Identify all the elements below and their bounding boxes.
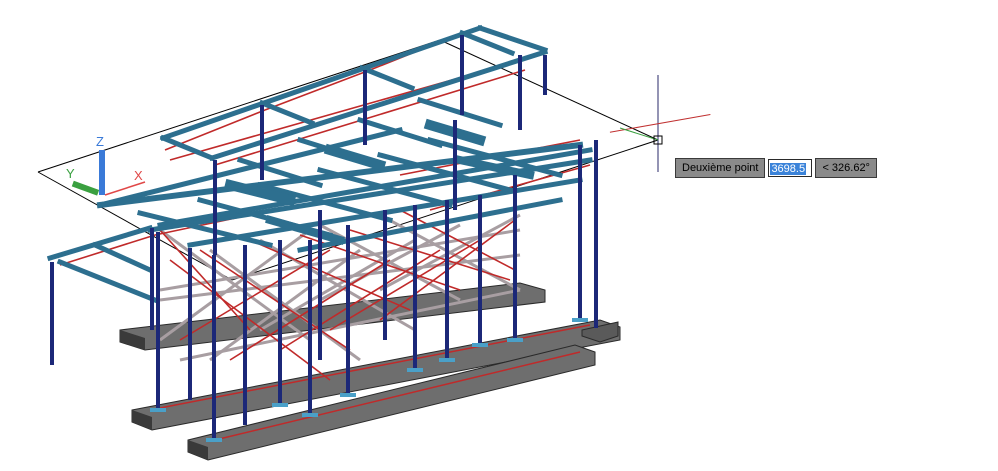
ucs-x-label: X	[134, 168, 143, 183]
ucs-z-label: Z	[96, 134, 104, 149]
foundation-beams	[119, 282, 621, 461]
ucs-y-label: Y	[66, 166, 75, 181]
prompt-label: Deuxième point	[675, 158, 766, 178]
distance-value: 3698.5	[770, 163, 807, 175]
angle-field[interactable]: < 326.62°	[815, 158, 877, 178]
dynamic-input-tooltip: Deuxième point 3698.5 < 326.62°	[675, 158, 877, 178]
drawing-viewport[interactable]: Z Y X	[0, 0, 998, 471]
ucs-icon: Z Y X	[66, 134, 146, 196]
distance-input[interactable]: 3698.5	[768, 159, 813, 177]
